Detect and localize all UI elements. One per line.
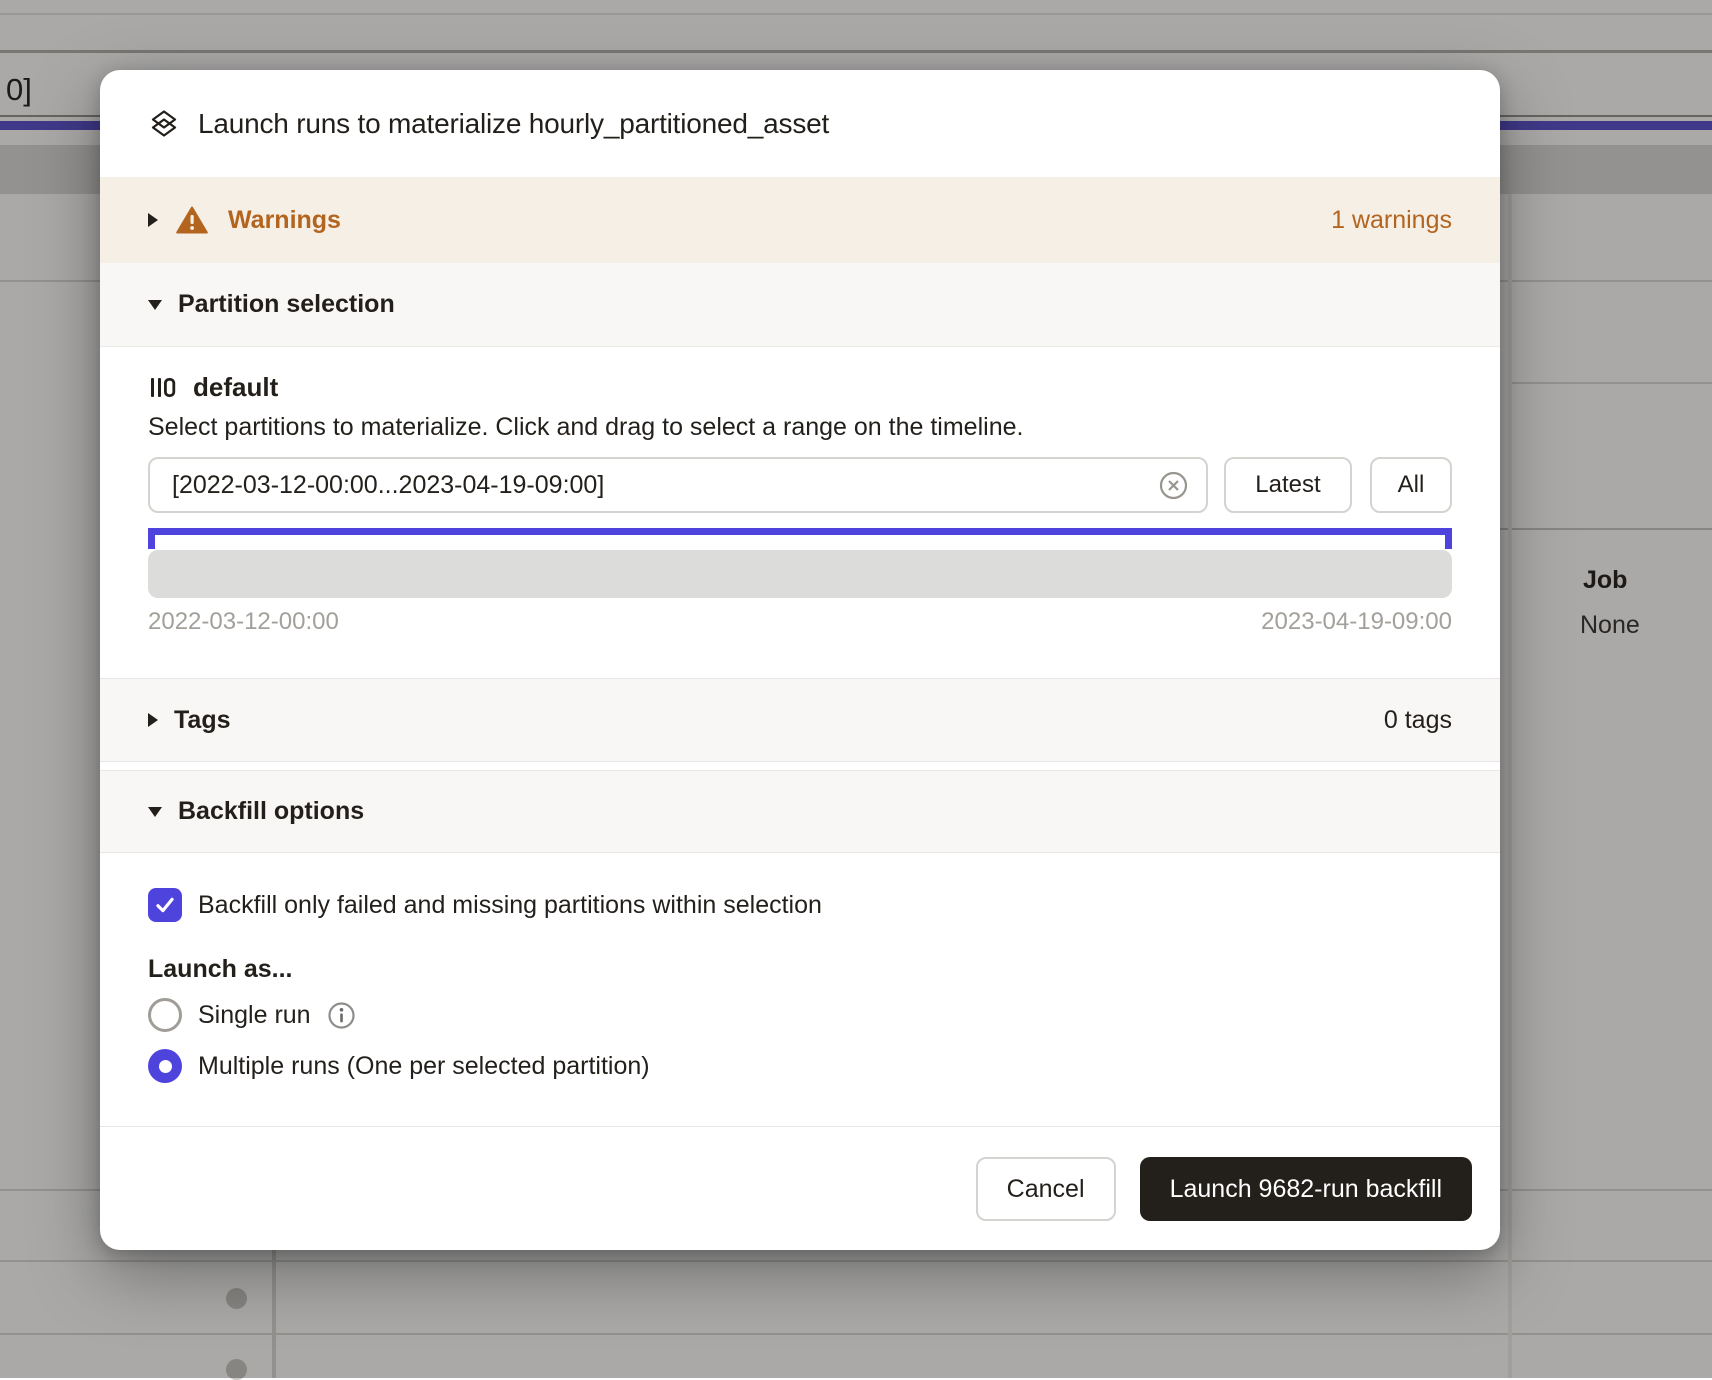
multiple-runs-label: Multiple runs (One per selected partitio…: [198, 1052, 650, 1081]
partition-selection-section-header[interactable]: Partition selection: [100, 263, 1500, 347]
chevron-right-icon: [148, 713, 158, 727]
partition-helper-text: Select partitions to materialize. Click …: [100, 413, 1500, 445]
partition-selection-label: Partition selection: [178, 290, 395, 319]
selected-range-bracket: [148, 528, 1452, 549]
partition-timeline[interactable]: [148, 550, 1452, 598]
materialize-layers-icon: [148, 108, 180, 140]
failed-missing-checkbox-row[interactable]: Backfill only failed and missing partiti…: [100, 888, 1500, 922]
all-button[interactable]: All: [1370, 457, 1452, 513]
warnings-count: 1 warnings: [1331, 206, 1452, 235]
launch-backfill-button[interactable]: Launch 9682-run backfill: [1140, 1157, 1472, 1221]
dialog-title: Launch runs to materialize hourly_partit…: [198, 108, 829, 140]
partition-range-row: Latest All: [100, 457, 1500, 513]
footer-divider: [100, 1126, 1500, 1127]
dialog-footer: Cancel Launch 9682-run backfill: [100, 1157, 1500, 1221]
radio-unselected-icon[interactable]: [148, 998, 182, 1032]
tags-count: 0 tags: [1384, 706, 1452, 735]
multiple-runs-radio-row[interactable]: Multiple runs (One per selected partitio…: [100, 1049, 1500, 1083]
partition-range-input[interactable]: [148, 457, 1208, 513]
failed-missing-checkbox-label: Backfill only failed and missing partiti…: [198, 891, 822, 920]
warning-triangle-icon: [176, 206, 208, 234]
chevron-down-icon: [148, 807, 162, 817]
partition-dimension-row: default: [100, 370, 1500, 404]
single-run-label: Single run: [198, 1001, 311, 1030]
chevron-down-icon: [148, 300, 162, 310]
tags-section-header[interactable]: Tags 0 tags: [100, 678, 1500, 762]
radio-selected-icon[interactable]: [148, 1049, 182, 1083]
warnings-label: Warnings: [228, 206, 341, 235]
warnings-section-header[interactable]: Warnings 1 warnings: [100, 177, 1500, 263]
timeline-end-label: 2023-04-19-09:00: [1261, 608, 1452, 638]
timeline-start-label: 2022-03-12-00:00: [148, 608, 339, 638]
launch-backfill-dialog: Launch runs to materialize hourly_partit…: [100, 70, 1500, 1250]
info-icon[interactable]: [327, 1001, 356, 1030]
tags-label: Tags: [174, 706, 231, 735]
partition-dimension-name: default: [193, 372, 278, 403]
checkbox-checked-icon[interactable]: [148, 888, 182, 922]
cancel-button[interactable]: Cancel: [976, 1157, 1116, 1221]
clear-selection-icon[interactable]: [1158, 470, 1189, 501]
latest-button[interactable]: Latest: [1224, 457, 1352, 513]
backfill-options-section-header[interactable]: Backfill options: [100, 770, 1500, 853]
partition-set-icon: [148, 373, 177, 402]
chevron-right-icon: [148, 213, 158, 227]
launch-as-label: Launch as...: [100, 955, 1500, 987]
timeline-date-labels: 2022-03-12-00:00 2023-04-19-09:00: [100, 608, 1500, 638]
single-run-radio-row[interactable]: Single run: [100, 998, 1500, 1032]
backfill-options-label: Backfill options: [178, 797, 364, 826]
dialog-header: Launch runs to materialize hourly_partit…: [100, 70, 1500, 177]
